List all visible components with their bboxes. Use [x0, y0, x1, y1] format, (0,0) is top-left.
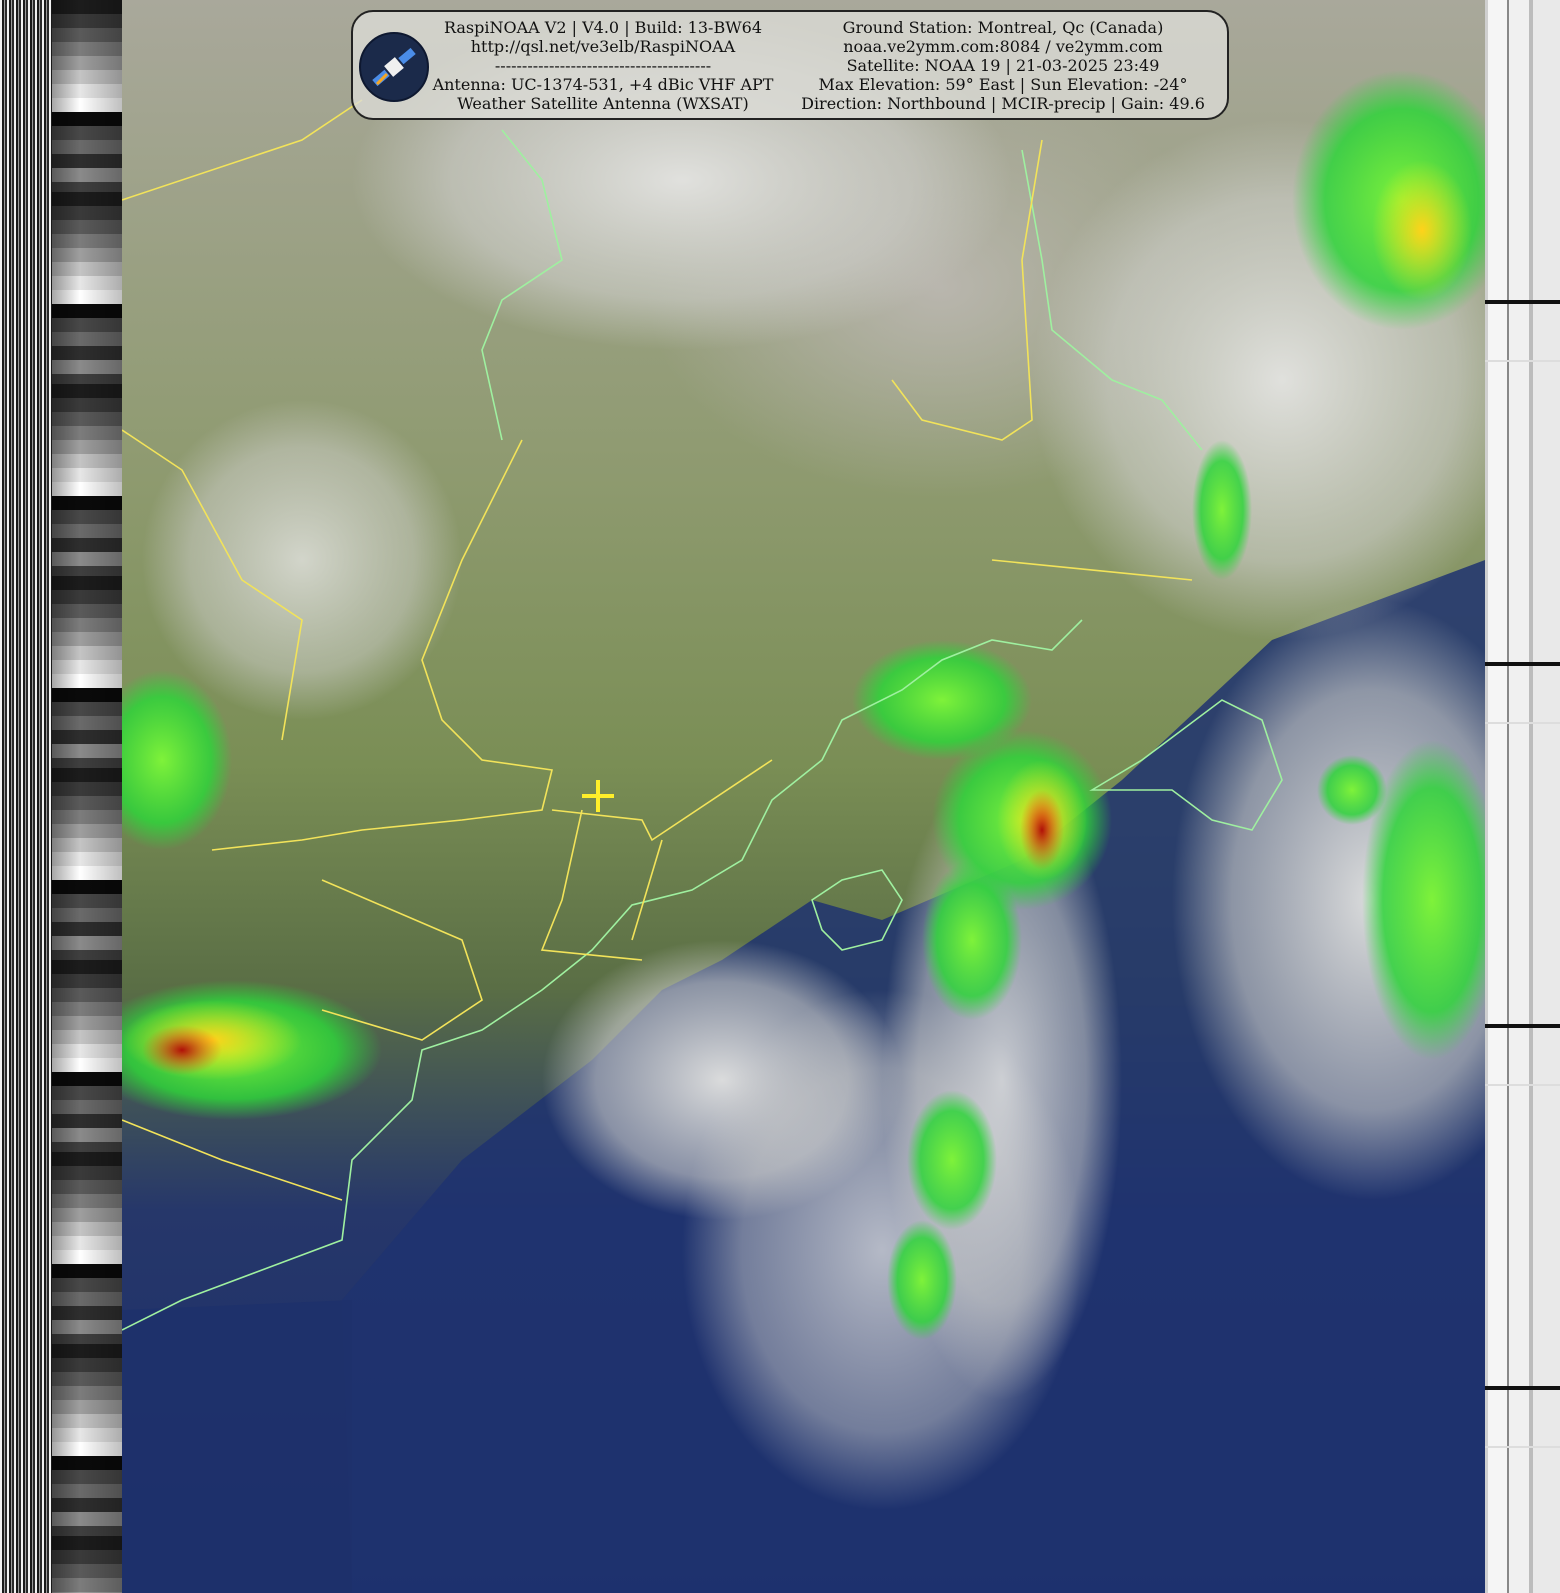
direction-gain-text: Direction: Northbound | MCIR-precip | Ga…: [801, 94, 1205, 113]
telemetry-strip-right: [1485, 0, 1560, 1593]
precip-cell: [1372, 160, 1472, 300]
crosshair-icon: [582, 780, 614, 812]
precip-cell: [142, 1025, 222, 1075]
banner-left-column: RaspiNOAA V2 | V4.0 | Build: 13-BW64 htt…: [429, 18, 777, 113]
precip-cell: [1020, 790, 1064, 870]
precip-cell: [122, 670, 232, 850]
cloud-mass: [142, 400, 462, 720]
precip-cell: [1192, 440, 1252, 580]
antenna-text: Antenna: UC-1374-531, +4 dBic VHF APT: [432, 75, 774, 94]
precip-cell: [922, 860, 1022, 1020]
precip-cell: [1317, 755, 1387, 825]
station-url-text: noaa.ve2ymm.com:8084 / ve2ymm.com: [843, 37, 1163, 56]
sync-pulse-strip-left: [0, 0, 52, 1593]
precip-cell: [907, 1090, 997, 1230]
separator-line: ----------------------------------------: [494, 56, 712, 75]
project-url-text: http://qsl.net/ve3elb/RaspiNOAA: [470, 37, 736, 56]
banner-right-column: Ground Station: Montreal, Qc (Canada) no…: [783, 18, 1223, 113]
telemetry-wedge-strip-left: [52, 0, 122, 1593]
antenna-description-text: Weather Satellite Antenna (WXSAT): [457, 94, 749, 113]
satellite-icon: [359, 32, 429, 102]
precip-cell: [887, 1220, 957, 1340]
satellite-map-overlay: [122, 10, 1485, 1593]
info-banner: RaspiNOAA V2 | V4.0 | Build: 13-BW64 htt…: [351, 10, 1229, 120]
satellite-image: [122, 0, 1485, 1593]
ground-station-text: Ground Station: Montreal, Qc (Canada): [842, 18, 1164, 37]
elevation-text: Max Elevation: 59° East | Sun Elevation:…: [818, 75, 1188, 94]
software-version-text: RaspiNOAA V2 | V4.0 | Build: 13-BW64: [443, 18, 763, 37]
satellite-pass-text: Satellite: NOAA 19 | 21-03-2025 23:49: [846, 56, 1160, 75]
